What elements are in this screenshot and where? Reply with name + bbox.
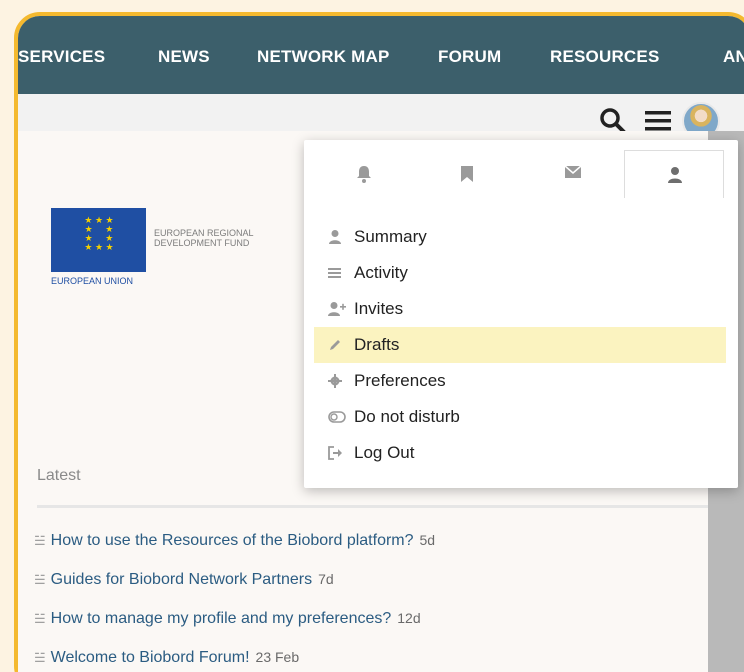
topic-title: How to use the Resources of the Biobord … bbox=[50, 532, 414, 549]
bell-icon bbox=[357, 166, 371, 183]
menu-item-activity[interactable]: Activity bbox=[314, 255, 726, 291]
pin-icon: ☱ bbox=[34, 650, 46, 665]
tab-profile[interactable] bbox=[624, 150, 724, 198]
eu-stars: ★ ★ ★ ★ ★ ★ ★ ★ ★ ★ bbox=[84, 215, 114, 252]
topic-title: Guides for Biobord Network Partners bbox=[50, 571, 313, 588]
menu-item-summary[interactable]: Summary bbox=[314, 219, 726, 255]
list-icon bbox=[328, 267, 348, 279]
sign-out-icon bbox=[328, 446, 348, 460]
topic-link[interactable]: ☱ Guides for Biobord Network Partners 7d bbox=[34, 571, 334, 589]
user-menu-dropdown: Summary Activity Invites Drafts Preferen… bbox=[304, 140, 738, 488]
menu-item-label: Log Out bbox=[354, 443, 415, 462]
gear-icon bbox=[328, 374, 348, 388]
latest-divider bbox=[37, 505, 708, 508]
menu-item-log-out[interactable]: Log Out bbox=[314, 435, 726, 471]
topic-link[interactable]: ☱ How to use the Resources of the Biobord… bbox=[34, 532, 435, 550]
topic-age: 5d bbox=[419, 532, 436, 548]
menu-item-preferences[interactable]: Preferences bbox=[314, 363, 726, 399]
menu-item-drafts[interactable]: Drafts bbox=[314, 327, 726, 363]
menu-item-label: Do not disturb bbox=[354, 407, 460, 426]
menu-item-label: Summary bbox=[354, 227, 427, 246]
topic-link[interactable]: ☱ How to manage my profile and my prefere… bbox=[34, 610, 421, 628]
tab-notifications[interactable] bbox=[314, 150, 414, 198]
nav-item-services[interactable]: SERVICES bbox=[18, 47, 105, 67]
user-menu-items: Summary Activity Invites Drafts Preferen… bbox=[314, 219, 726, 471]
tab-messages[interactable] bbox=[522, 150, 622, 198]
toggle-off-icon bbox=[328, 411, 348, 423]
nav-item-resources[interactable]: RESOURCES bbox=[550, 47, 660, 67]
menu-item-invites[interactable]: Invites bbox=[314, 291, 726, 327]
user-plus-icon bbox=[328, 301, 348, 317]
topic-age: 23 Feb bbox=[255, 649, 300, 665]
tab-bookmarks[interactable] bbox=[418, 150, 518, 198]
menu-item-do-not-disturb[interactable]: Do not disturb bbox=[314, 399, 726, 435]
pencil-icon bbox=[328, 338, 348, 352]
eu-flag: ★ ★ ★ ★ ★ ★ ★ ★ ★ ★ bbox=[51, 208, 146, 272]
user-icon bbox=[328, 229, 348, 245]
topic-title: How to manage my profile and my preferen… bbox=[50, 610, 392, 627]
nav-item-an[interactable]: AN bbox=[723, 47, 744, 67]
pin-icon: ☱ bbox=[34, 533, 46, 548]
nav-item-network-map[interactable]: NETWORK MAP bbox=[257, 47, 390, 67]
nav-item-news[interactable]: NEWS bbox=[158, 47, 210, 67]
topic-age: 12d bbox=[397, 610, 421, 626]
eu-fund-text: EUROPEAN REGIONAL DEVELOPMENT FUND bbox=[154, 228, 254, 248]
pin-icon: ☱ bbox=[34, 611, 46, 626]
user-icon bbox=[668, 167, 682, 183]
topic-title: Welcome to Biobord Forum! bbox=[50, 649, 250, 666]
user-menu-tabs bbox=[304, 150, 738, 198]
menu-item-label: Drafts bbox=[354, 335, 400, 354]
pin-icon: ☱ bbox=[34, 572, 46, 587]
menu-item-label: Invites bbox=[354, 299, 404, 318]
latest-heading: Latest bbox=[37, 467, 81, 484]
topic-link[interactable]: ☱ Welcome to Biobord Forum! 23 Feb bbox=[34, 649, 299, 667]
top-navbar: SERVICES NEWS NETWORK MAP FORUM RESOURCE… bbox=[18, 16, 744, 94]
hamburger-menu-icon[interactable] bbox=[643, 109, 673, 133]
menu-item-label: Activity bbox=[354, 263, 408, 282]
nav-item-forum[interactable]: FORUM bbox=[438, 47, 501, 67]
menu-item-label: Preferences bbox=[354, 371, 446, 390]
envelope-icon bbox=[564, 165, 582, 178]
topic-age: 7d bbox=[318, 571, 334, 587]
bookmark-icon bbox=[461, 166, 473, 182]
eu-union-text: EUROPEAN UNION bbox=[51, 276, 134, 286]
